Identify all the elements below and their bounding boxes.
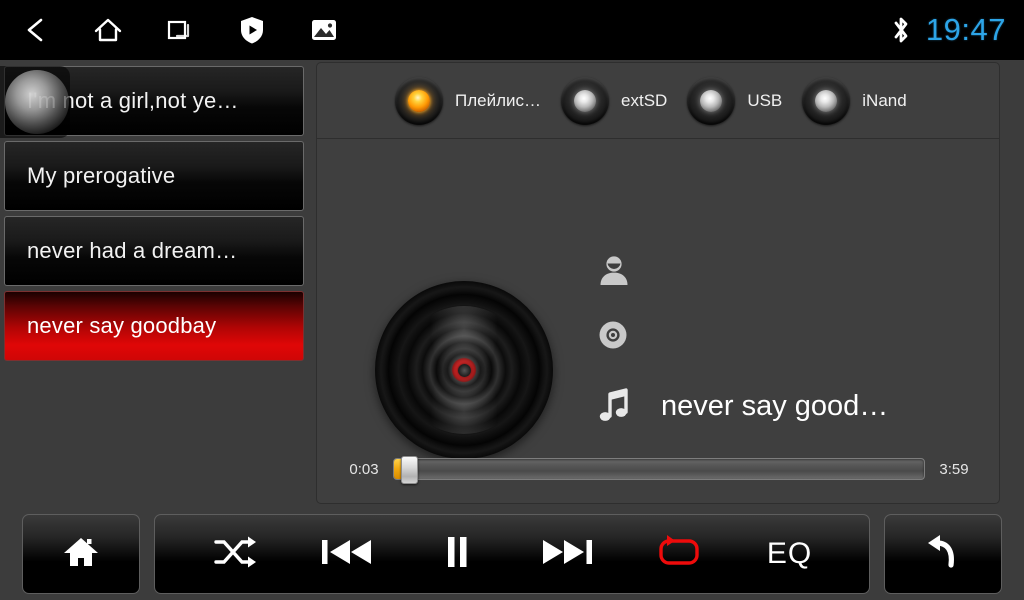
disc-hub xyxy=(457,363,471,377)
recents-icon xyxy=(165,15,195,45)
pause-icon xyxy=(442,534,472,575)
shield-play-icon xyxy=(239,15,265,45)
progress-bar-row: 0:03 3:59 xyxy=(341,456,977,484)
metadata-row-title: never say good… xyxy=(597,367,977,445)
list-item[interactable]: My prerogative xyxy=(4,141,304,211)
seek-fill xyxy=(394,459,401,479)
repeat-icon xyxy=(654,533,704,576)
transport-controls: EQ xyxy=(154,514,870,594)
next-track-button[interactable] xyxy=(540,514,596,594)
metadata-row-album xyxy=(597,303,977,367)
previous-track-icon xyxy=(318,535,374,574)
seek-slider[interactable] xyxy=(393,456,925,484)
list-item[interactable]: never had a dream… xyxy=(4,216,304,286)
next-track-icon xyxy=(540,535,596,574)
list-item[interactable]: I'm not a girl,not ye… xyxy=(4,66,304,136)
previous-track-button[interactable] xyxy=(318,514,374,594)
list-item-selected[interactable]: never say goodbay xyxy=(4,291,304,361)
home-button[interactable] xyxy=(72,0,144,60)
elapsed-time: 0:03 xyxy=(349,460,379,478)
seek-thumb[interactable] xyxy=(400,456,418,484)
shuffle-button[interactable] xyxy=(207,514,263,594)
playlist-item-label: My prerogative xyxy=(27,163,176,188)
source-tab-bar: Плейлис… extSD USB iNand xyxy=(317,63,999,139)
source-tab-label: Плейлис… xyxy=(455,90,542,110)
bluetooth-icon xyxy=(890,14,912,46)
vinyl-disc-icon xyxy=(375,281,553,459)
return-arrow-icon xyxy=(923,532,963,577)
repeat-button[interactable] xyxy=(651,514,707,594)
back-button[interactable] xyxy=(0,0,72,60)
status-right-cluster: 19:47 xyxy=(890,0,1006,60)
playlist-item-label: never had a dream… xyxy=(27,238,238,263)
eq-label: EQ xyxy=(766,537,813,570)
total-time: 3:59 xyxy=(939,460,969,478)
led-indicator-icon xyxy=(687,76,736,125)
tab-extsd[interactable]: extSD xyxy=(561,76,668,125)
home-filled-icon xyxy=(61,534,101,575)
playlist: I'm not a girl,not ye… My prerogative ne… xyxy=(4,66,304,501)
tab-usb[interactable]: USB xyxy=(687,76,783,125)
pause-button[interactable] xyxy=(429,514,485,594)
back-button-bottom[interactable] xyxy=(884,514,1002,594)
status-clock: 19:47 xyxy=(925,12,1006,47)
gallery-icon xyxy=(309,16,339,44)
home-button-bottom[interactable] xyxy=(22,514,140,594)
title-value: never say good… xyxy=(661,389,889,422)
source-tab-label: USB xyxy=(747,90,783,110)
tab-inand[interactable]: iNand xyxy=(802,76,907,125)
recents-button[interactable] xyxy=(144,0,216,60)
status-bar: 19:47 xyxy=(0,0,1024,60)
person-icon xyxy=(597,254,643,288)
playlist-item-label: I'm not a girl,not ye… xyxy=(27,88,239,113)
navigation-icons xyxy=(0,0,360,60)
source-tab-label: extSD xyxy=(621,90,668,110)
now-playing-area: never say good… 0:03 3:59 xyxy=(317,139,999,504)
back-icon xyxy=(21,15,51,45)
music-note-icon xyxy=(597,386,643,426)
shield-play-button[interactable] xyxy=(216,0,288,60)
led-indicator-icon xyxy=(802,76,851,125)
track-metadata: never say good… xyxy=(597,239,977,445)
metadata-row-artist xyxy=(597,239,977,303)
gallery-button[interactable] xyxy=(288,0,360,60)
player-panel: Плейлис… extSD USB iNand never say good…… xyxy=(316,62,1000,504)
led-indicator-on-icon xyxy=(395,76,443,125)
tab-playlist[interactable]: Плейлис… xyxy=(395,76,542,125)
eq-button[interactable]: EQ xyxy=(762,514,818,594)
led-indicator-icon xyxy=(561,76,610,125)
home-icon xyxy=(92,15,124,45)
playlist-item-label: never say goodbay xyxy=(27,313,217,338)
shuffle-icon xyxy=(212,534,258,575)
disc-icon xyxy=(597,319,643,351)
source-tab-label: iNand xyxy=(862,90,907,110)
